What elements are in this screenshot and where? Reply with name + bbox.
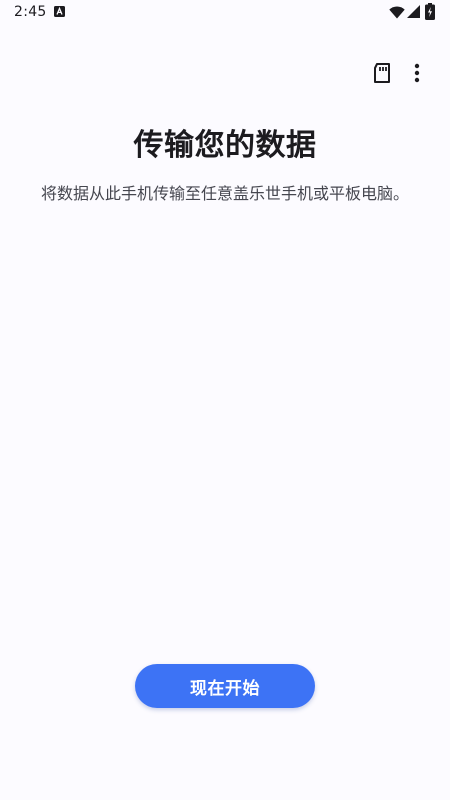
wifi-icon — [389, 6, 405, 19]
more-options-button[interactable] — [402, 58, 432, 88]
status-time: 2:45 — [14, 4, 47, 20]
status-bar: 2:45 — [0, 0, 450, 26]
battery-charging-icon — [425, 3, 435, 20]
app-notification-icon — [54, 6, 65, 17]
page-title: 传输您的数据 — [133, 128, 317, 163]
cellular-signal-icon — [407, 5, 420, 18]
start-now-button[interactable]: 现在开始 — [135, 664, 315, 708]
sd-card-icon — [374, 63, 390, 83]
page-subtitle: 将数据从此手机传输至任意盖乐世手机或平板电脑。 — [40, 184, 409, 203]
more-vert-icon — [414, 63, 420, 83]
sd-card-button[interactable] — [367, 58, 397, 88]
